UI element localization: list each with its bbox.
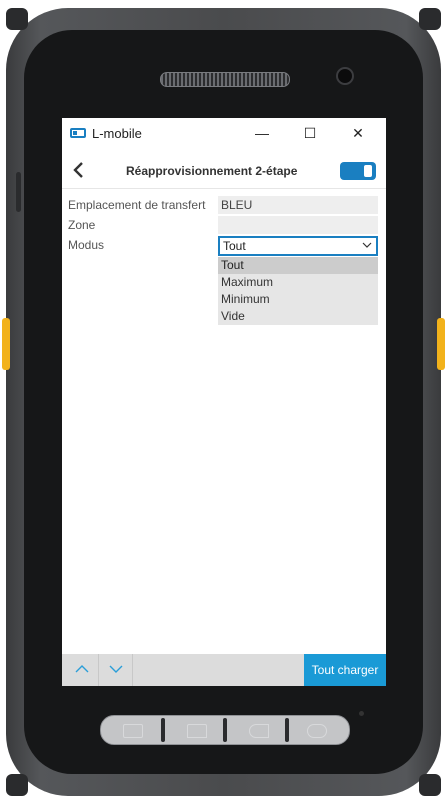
window-titlebar: L-mobile — ☐ ✕ [62,118,386,148]
side-scan-button-left[interactable] [2,318,10,370]
corner-bumper [419,8,441,30]
front-camera [336,67,354,85]
field-label: Modus [68,238,105,252]
field-label: Zone [68,218,96,232]
form-row-zone: Zone [62,216,386,234]
zone-field[interactable] [218,216,378,234]
app-title: L-mobile [92,126,142,141]
corner-bumper [419,774,441,796]
earpiece-speaker [160,72,290,87]
transfer-location-field[interactable]: BLEU [218,196,378,214]
minimize-button[interactable]: — [250,123,274,143]
back-button[interactable] [72,159,86,185]
key-divider [161,718,165,742]
close-button[interactable]: ✕ [346,123,370,143]
page-title: Réapprovisionnement 2-étape [126,164,298,178]
status-led [359,711,364,716]
next-button[interactable] [100,654,133,686]
corner-bumper [6,8,28,30]
hardware-nav-bar [100,715,350,745]
side-scan-button-right[interactable] [437,318,445,370]
toggle-icon[interactable] [340,162,376,180]
dropdown-option-tout[interactable]: Tout [218,257,378,274]
bottom-toolbar: Tout charger [62,654,386,686]
modus-dropdown-list: Tout Maximum Minimum Vide [218,257,378,325]
back-chevron-icon [73,162,83,178]
arrow-up-icon [75,665,89,673]
key-divider [285,718,289,742]
dropdown-option-maximum[interactable]: Maximum [218,274,378,291]
modus-select[interactable]: Tout [218,236,378,256]
chevron-down-icon [362,242,372,248]
field-label: Emplacement de transfert [68,198,206,212]
app-window-icon [70,128,86,138]
page-header: Réapprovisionnement 2-étape [62,154,386,189]
form-row-transfer-location: Emplacement de transfert BLEU [62,196,386,214]
corner-bumper [6,774,28,796]
arrow-down-icon [109,665,123,673]
back-key[interactable] [249,724,269,738]
recent-apps-key[interactable] [123,724,143,738]
load-all-button[interactable]: Tout charger [304,654,386,686]
volume-button[interactable] [16,172,21,212]
dropdown-option-vide[interactable]: Vide [218,308,378,325]
key-divider [223,718,227,742]
screen: L-mobile — ☐ ✕ Réapprovisionnement 2-éta… [62,118,386,686]
home-key[interactable] [187,724,207,738]
menu-key[interactable] [307,724,327,738]
maximize-button[interactable]: ☐ [298,123,322,143]
modus-selected-value: Tout [223,239,246,253]
previous-button[interactable] [66,654,99,686]
dropdown-option-minimum[interactable]: Minimum [218,291,378,308]
